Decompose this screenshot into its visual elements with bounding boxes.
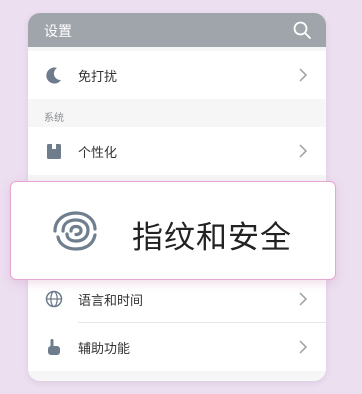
- chevron-right-icon: [299, 68, 308, 82]
- row-language-time[interactable]: 语言和时间: [28, 275, 326, 323]
- settings-header: 设置: [28, 13, 326, 47]
- row-personalize[interactable]: 个性化: [28, 127, 326, 175]
- row-do-not-disturb[interactable]: 免打扰: [28, 51, 326, 99]
- personalize-icon: [47, 144, 61, 159]
- row-label: 辅助功能: [78, 342, 131, 357]
- row-label: 语言和时间: [78, 294, 144, 309]
- row-label: 免打扰: [78, 70, 118, 85]
- row-label: 个性化: [78, 146, 118, 161]
- page-title: 设置: [44, 24, 72, 40]
- chevron-right-icon: [299, 292, 308, 306]
- screen: 设置 免打扰 系统 个性化 语言和时间 辅助功能 指纹和安全: [0, 0, 362, 394]
- section-label-system: 系统: [44, 113, 64, 124]
- chevron-right-icon: [299, 144, 308, 158]
- moon-icon: [46, 67, 61, 84]
- row-accessibility[interactable]: 辅助功能: [28, 323, 326, 371]
- search-icon[interactable]: [292, 20, 312, 40]
- row-fingerprint-security[interactable]: 指纹和安全: [10, 181, 336, 280]
- globe-icon: [45, 290, 63, 308]
- chevron-right-icon: [299, 340, 308, 354]
- row-label: 指纹和安全: [132, 220, 292, 256]
- fingerprint-icon: [53, 211, 97, 251]
- hand-icon: [48, 339, 60, 355]
